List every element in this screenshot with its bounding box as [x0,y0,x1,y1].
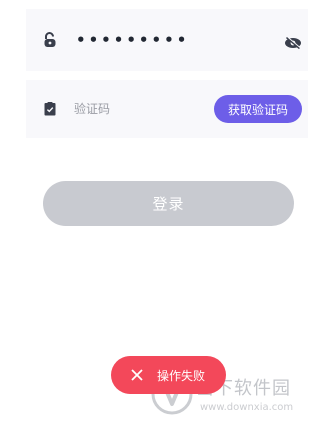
error-toast: 操作失败 [111,356,226,394]
close-icon [131,369,143,381]
get-code-button[interactable]: 获取验证码 [214,95,302,123]
verification-code-input[interactable] [74,98,194,120]
verify-code-icon [42,101,58,117]
login-button[interactable]: 登录 [43,181,294,226]
eye-off-icon[interactable] [284,34,302,50]
verification-code-field: 获取验证码 [26,80,308,138]
toast-message: 操作失败 [157,368,206,383]
lock-icon [42,32,58,48]
login-page: ••••••••• 获取验证码 登录 [0,0,334,438]
password-value: ••••••••• [76,31,190,49]
watermark-url: www.downxia.com [200,402,294,413]
password-field[interactable]: ••••••••• [26,9,308,71]
